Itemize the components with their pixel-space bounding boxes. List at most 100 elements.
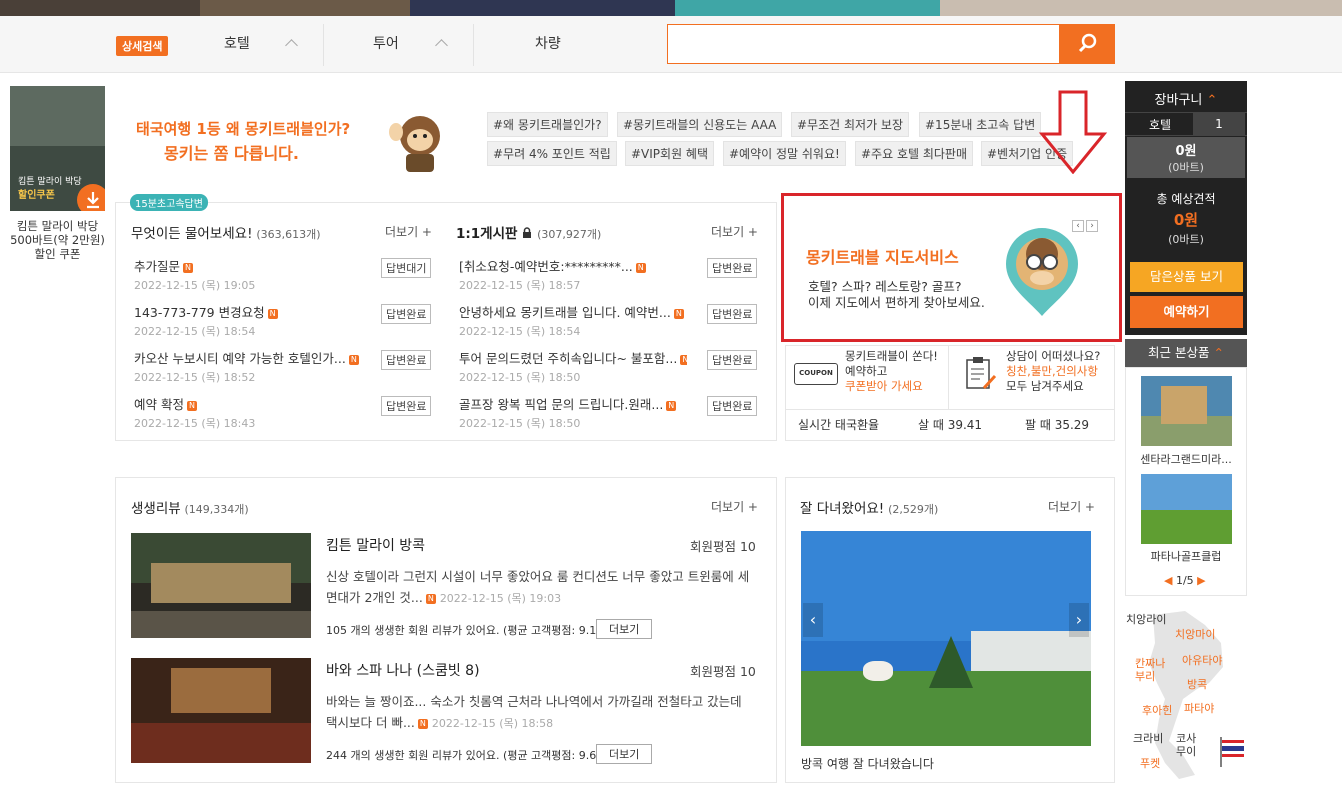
- visited-caption[interactable]: 방콕 여행 잘 다녀왔습니다: [801, 755, 934, 772]
- reviews-more-link[interactable]: 더보기 +: [711, 498, 758, 515]
- recent-pager: ◀ 1/5 ▶: [1164, 574, 1206, 587]
- nav-divider: [473, 24, 474, 66]
- top-banner-strip: [0, 0, 1342, 16]
- map-label[interactable]: 아유타야: [1182, 652, 1222, 668]
- nav-tab-tour[interactable]: 투어: [373, 16, 399, 73]
- list-item[interactable]: 카오산 누보시티 예약 가능한 호텔인가... N: [134, 348, 359, 367]
- status-badge: 답변완료: [707, 350, 758, 370]
- thailand-map[interactable]: 치앙라이 치앙마이 아유타야 칸짜나 부리 방콕 후아힌 파타야 크라비 코사 …: [1125, 603, 1247, 783]
- review-more-button[interactable]: 더보기: [596, 619, 653, 639]
- reviews-title[interactable]: 생생리뷰: [131, 501, 181, 517]
- qa-right-more-link[interactable]: 더보기 +: [711, 223, 758, 240]
- hashtag[interactable]: #왜 몽키트래블인가?: [487, 112, 608, 137]
- hashtag[interactable]: #무조건 최저가 보장: [791, 112, 910, 137]
- recent-item-image[interactable]: [1141, 474, 1232, 544]
- question-text: [취소요청-예약번호:*********...: [459, 259, 633, 274]
- prev-arrow-icon[interactable]: ‹: [803, 603, 823, 637]
- review-more-button[interactable]: 더보기: [596, 744, 653, 764]
- view-cart-button[interactable]: 담은상품 보기: [1130, 262, 1243, 292]
- map-label[interactable]: 파타야: [1184, 700, 1214, 716]
- consult-line: 모두 남겨주세요: [1006, 379, 1084, 393]
- consult-feedback[interactable]: 상담이 어떠셨나요? 칭찬,불만,건의사항 모두 남겨주세요: [1006, 349, 1100, 394]
- recent-item-name[interactable]: 파타나골프클럽: [1133, 548, 1239, 564]
- coupon-caption[interactable]: 킴튼 말라이 박당 500바트(약 2만원) 할인 쿠폰: [0, 219, 115, 261]
- cart-total-label: 총 예상견적: [1156, 192, 1216, 206]
- new-badge: N: [680, 354, 687, 365]
- search-input[interactable]: [667, 24, 1060, 64]
- question-date: 2022-12-15 (목) 18:43: [134, 417, 256, 430]
- hashtag[interactable]: #예약이 정말 쉬워요!: [723, 141, 846, 166]
- recent-title[interactable]: 최근 본상품 ⌃: [1125, 339, 1247, 367]
- nav-tab-hotel[interactable]: 호텔: [224, 16, 250, 73]
- cart-title[interactable]: 장바구니 ⌃: [1125, 89, 1247, 108]
- map-label[interactable]: 푸켓: [1140, 755, 1160, 771]
- qa-left-more-link[interactable]: 더보기 +: [385, 223, 432, 240]
- visited-header: 잘 다녀왔어요! (2,529개): [800, 497, 938, 517]
- list-item[interactable]: 투어 문의드렸던 주히속입니다~ 불포함... N: [459, 348, 687, 367]
- monkey-mascot-icon: [386, 108, 452, 172]
- coupon-link: 쿠폰받아 가세요: [845, 379, 923, 393]
- next-arrow-icon[interactable]: ›: [1086, 220, 1098, 232]
- list-item[interactable]: 추가질문 N: [134, 256, 194, 275]
- map-pin-monkey-icon: [1006, 228, 1078, 316]
- new-badge: N: [635, 262, 646, 273]
- review-body[interactable]: 바와는 늘 짱이죠... 숙소가 칫롬역 근처라 나나역에서 가까길래 전철타고…: [326, 691, 756, 734]
- visited-photo[interactable]: ‹ ›: [801, 531, 1091, 746]
- fast-answer-badge: 15분초고속답변: [130, 194, 208, 211]
- map-label[interactable]: 방콕: [1187, 676, 1207, 692]
- map-label[interactable]: 치앙라이: [1126, 611, 1166, 627]
- chevron-up-icon[interactable]: [285, 39, 298, 52]
- review-image[interactable]: [131, 533, 311, 638]
- new-badge: N: [417, 718, 428, 729]
- map-label[interactable]: 후아힌: [1142, 702, 1172, 718]
- review-body[interactable]: 신상 호텔이라 그런지 시설이 너무 좋았어요 룸 컨디션도 너무 좋았고 트윈…: [326, 566, 756, 609]
- book-button[interactable]: 예약하기: [1130, 296, 1243, 328]
- coupon-icon: COUPON: [794, 363, 838, 385]
- download-icon[interactable]: [77, 184, 105, 211]
- visited-title[interactable]: 잘 다녀왔어요!: [800, 501, 884, 517]
- map-service-banner[interactable]: 몽키트래블 지도서비스 호텔? 스파? 레스토랑? 골프? 이제 지도에서 편하…: [781, 193, 1122, 342]
- search-button[interactable]: [1059, 24, 1115, 64]
- coupon-promo-image[interactable]: 킴튼 말라이 박당 할인쿠폰: [10, 86, 105, 211]
- list-item[interactable]: [취소요청-예약번호:*********... N: [459, 256, 646, 275]
- review-title[interactable]: 바와 스파 나나 (스쿰빗 8): [326, 660, 480, 680]
- prev-arrow-icon[interactable]: ◀: [1164, 574, 1172, 587]
- hashtag[interactable]: #15분내 초고속 답변: [919, 112, 1042, 137]
- qa-left-title[interactable]: 무엇이든 물어보세요!: [131, 226, 252, 242]
- list-item[interactable]: 안녕하세요 몽키트래블 입니다. 예약번... N: [459, 302, 684, 321]
- new-badge: N: [666, 400, 677, 411]
- exchange-rate-buy: 살 때 39.41: [918, 418, 983, 432]
- question-text: 추가질문: [134, 259, 181, 274]
- list-item[interactable]: 골프장 왕복 픽업 문의 드립니다.원래... N: [459, 394, 677, 413]
- question-text: 예약 확정: [134, 397, 184, 412]
- question-date: 2022-12-15 (목) 18:50: [459, 371, 581, 384]
- hashtag[interactable]: #주요 호텔 최다판매: [855, 141, 974, 166]
- hashtag[interactable]: #무려 4% 포인트 적립: [487, 141, 617, 166]
- review-text: 택시보다 더 빠...: [326, 715, 415, 730]
- map-service-title: 몽키트래블 지도서비스: [806, 248, 959, 267]
- lock-icon: [521, 227, 533, 242]
- map-label[interactable]: 치앙마이: [1175, 626, 1215, 642]
- nav-tab-car[interactable]: 차량: [535, 16, 561, 73]
- question-date: 2022-12-15 (목) 18:52: [134, 371, 256, 384]
- recent-item-image[interactable]: [1141, 376, 1232, 446]
- visited-more-link[interactable]: 더보기 +: [1048, 498, 1095, 515]
- coupon-promo[interactable]: 몽키트래블이 쏜다! 예약하고 쿠폰받아 가세요: [845, 349, 938, 394]
- qa-right-header: 1:1게시판 (307,927개): [456, 222, 601, 242]
- review-image[interactable]: [131, 658, 311, 763]
- chevron-up-icon[interactable]: [435, 39, 448, 52]
- map-label[interactable]: 크라비: [1133, 730, 1163, 746]
- qa-right-title[interactable]: 1:1게시판: [456, 226, 517, 242]
- review-title[interactable]: 킴튼 말라이 방콕: [326, 535, 425, 555]
- detail-search-badge[interactable]: 상세검색: [116, 36, 169, 56]
- recent-item-name[interactable]: 센타라그랜드미라...: [1133, 451, 1239, 467]
- next-arrow-icon[interactable]: ▶: [1197, 574, 1205, 587]
- hashtag[interactable]: #VIP회원 혜택: [625, 141, 715, 166]
- list-item[interactable]: 143-773-779 변경요청 N: [134, 302, 278, 321]
- review-date: 2022-12-15 (목) 19:03: [439, 592, 562, 605]
- list-item[interactable]: 예약 확정 N: [134, 394, 197, 413]
- map-label[interactable]: 칸짜나 부리: [1135, 657, 1165, 683]
- hashtag[interactable]: #몽키트래블의 신용도는 AAA: [617, 112, 783, 137]
- map-label[interactable]: 코사 무이: [1176, 732, 1196, 758]
- next-arrow-icon[interactable]: ›: [1069, 603, 1089, 637]
